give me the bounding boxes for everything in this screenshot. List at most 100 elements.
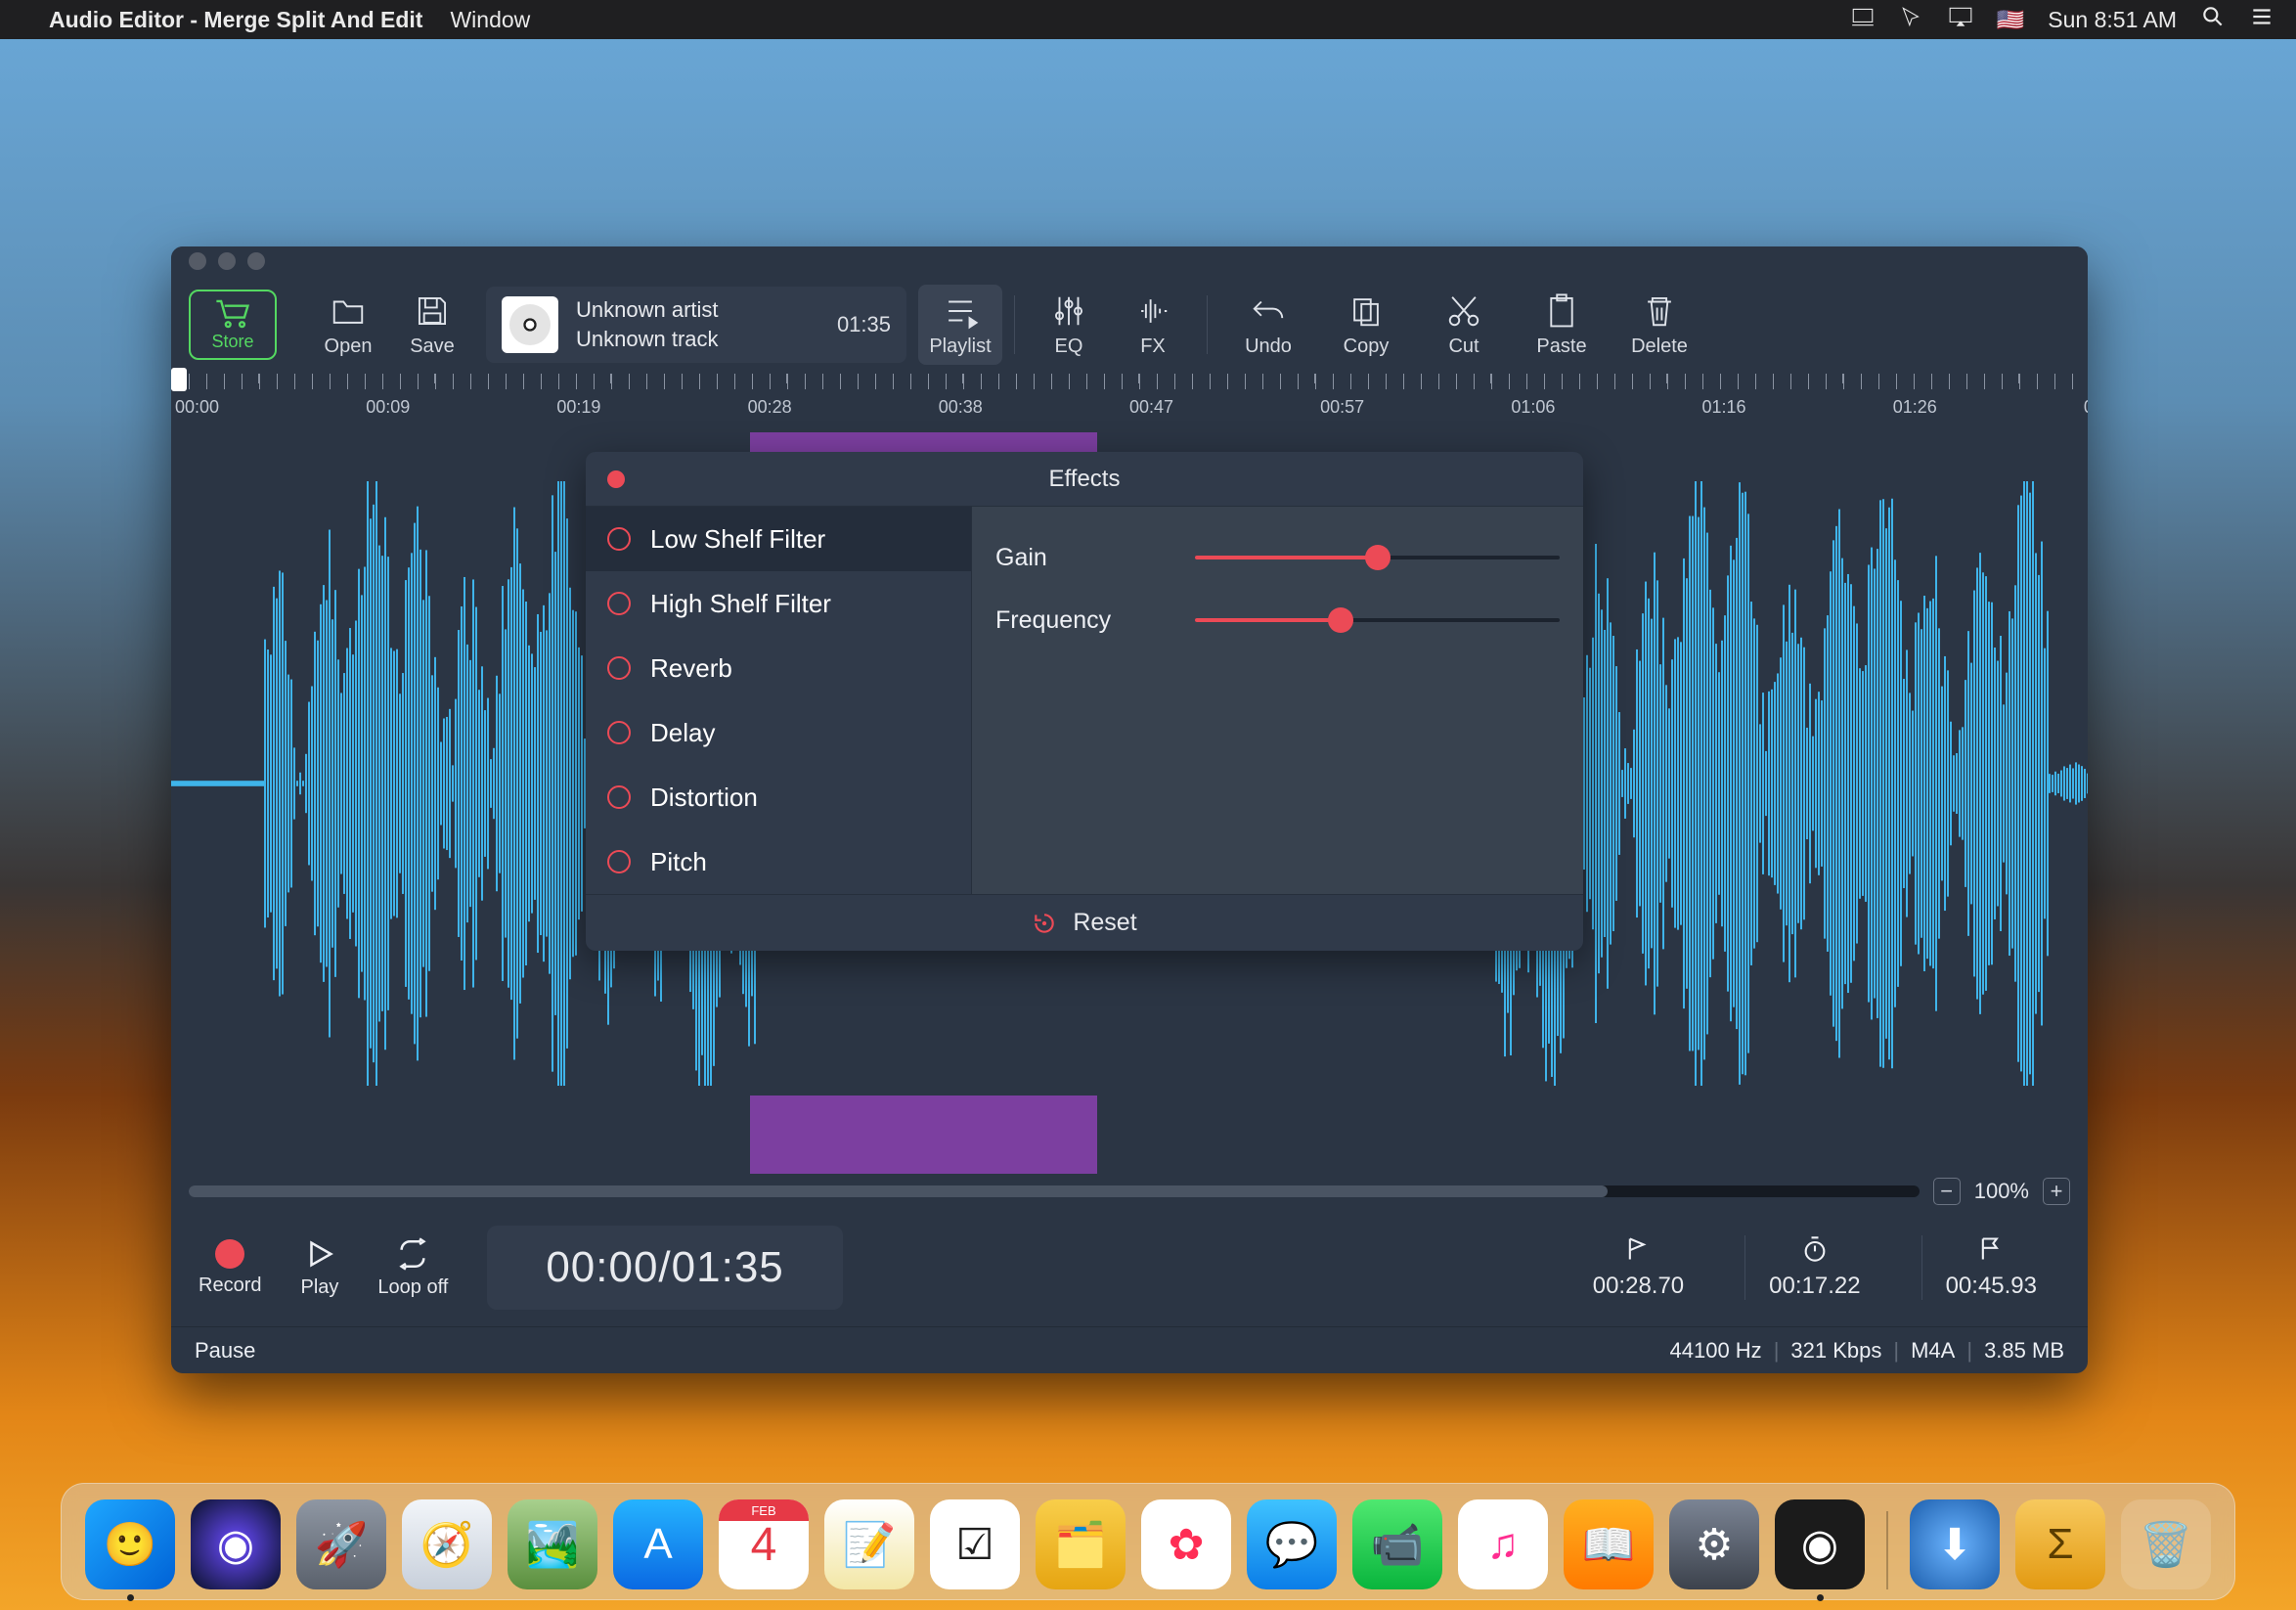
radio-icon	[607, 592, 631, 615]
eq-icon	[1050, 292, 1087, 330]
effects-panel: Effects Low Shelf Filter High Shelf Filte…	[586, 452, 1583, 951]
effect-label: Pitch	[650, 847, 707, 877]
dock-app-settings[interactable]: ⚙︎	[1669, 1499, 1759, 1589]
menubar-clock[interactable]: Sun 8:51 AM	[2048, 7, 2177, 33]
record-button[interactable]: Record	[199, 1239, 261, 1297]
effects-reset-button[interactable]: Reset	[586, 894, 1583, 951]
dock-app-siri[interactable]: ◉	[191, 1499, 281, 1589]
effects-close-button[interactable]	[607, 470, 625, 488]
dock-app-music[interactable]: ♫	[1458, 1499, 1548, 1589]
dock-app-folder[interactable]: Σ	[2015, 1499, 2105, 1589]
folder-icon	[330, 292, 367, 330]
eq-button[interactable]: EQ	[1027, 285, 1111, 365]
window-titlebar	[171, 246, 2088, 276]
undo-button[interactable]: Undo	[1219, 285, 1317, 365]
window-minimize-button[interactable]	[218, 252, 236, 270]
dock-app-finder[interactable]: 🙂	[85, 1499, 175, 1589]
menubar-menu-icon[interactable]	[2249, 4, 2274, 35]
cut-button[interactable]: Cut	[1415, 285, 1513, 365]
dock-app-facetime[interactable]: 📹	[1352, 1499, 1442, 1589]
dock-app-books[interactable]: 📖	[1564, 1499, 1654, 1589]
album-art	[502, 296, 558, 353]
dock-app-trash[interactable]: 🗑️	[2121, 1499, 2211, 1589]
dock-app-audio-editor[interactable]: ◉	[1775, 1499, 1865, 1589]
track-label: Unknown track	[576, 327, 819, 352]
radio-icon	[607, 850, 631, 873]
effects-title: Effects	[1049, 466, 1121, 493]
open-button[interactable]: Open	[306, 285, 390, 365]
menu-window[interactable]: Window	[450, 7, 530, 33]
playlist-button[interactable]: Playlist	[918, 285, 1002, 365]
effect-label: Distortion	[650, 783, 758, 813]
menubar-airplay-icon[interactable]	[1948, 4, 1973, 35]
separator	[1014, 295, 1015, 354]
effect-item[interactable]: Pitch	[586, 829, 971, 894]
paste-button[interactable]: Paste	[1513, 285, 1611, 365]
dock-app-viewer[interactable]: 🗂️	[1036, 1499, 1126, 1589]
track-duration: 01:35	[837, 312, 891, 337]
in-point[interactable]: 00:28.70	[1569, 1235, 1707, 1300]
selection-region-bottom[interactable]	[750, 1096, 1097, 1174]
format: M4A	[1911, 1338, 1955, 1364]
timeline-ruler[interactable]: 00:0000:0900:1900:2800:3800:4700:5701:06…	[171, 374, 2088, 432]
reset-icon	[1032, 911, 1057, 936]
scissors-icon	[1445, 292, 1482, 330]
waveform-area[interactable]: Effects Low Shelf Filter High Shelf Filte…	[171, 432, 2088, 1174]
effect-item[interactable]: Delay	[586, 700, 971, 765]
now-playing: Unknown artist Unknown track 01:35	[486, 287, 906, 363]
stopwatch-icon	[1801, 1235, 1829, 1263]
window-close-button[interactable]	[189, 252, 206, 270]
slider-row: Gain	[995, 526, 1560, 589]
radio-icon	[607, 785, 631, 809]
file-size: 3.85 MB	[1984, 1338, 2064, 1364]
toolbar: Store Open Save Unknown artist Unknown t…	[171, 276, 2088, 374]
playback-state: Pause	[195, 1338, 255, 1364]
horizontal-scrollbar[interactable]	[189, 1185, 1920, 1197]
dock-app-downloads[interactable]: ⬇︎	[1910, 1499, 2000, 1589]
play-button[interactable]: Play	[300, 1237, 338, 1299]
slider[interactable]	[1195, 543, 1560, 572]
dock-app-app-store[interactable]: A	[613, 1499, 703, 1589]
dock-app-reminders[interactable]: ☑︎	[930, 1499, 1020, 1589]
menubar-search-icon[interactable]	[2200, 4, 2226, 35]
slider[interactable]	[1195, 605, 1560, 635]
menubar-app-name[interactable]: Audio Editor - Merge Split And Edit	[49, 7, 422, 33]
selection-duration[interactable]: 00:17.22	[1744, 1235, 1883, 1300]
play-icon	[303, 1237, 336, 1271]
loop-button[interactable]: Loop off	[377, 1237, 448, 1299]
effect-item[interactable]: Reverb	[586, 636, 971, 700]
playlist-icon	[942, 292, 979, 330]
undo-icon	[1250, 292, 1287, 330]
dock: 🙂◉🚀🧭🏞️AFEB4📝☑︎🗂️✿💬📹♫📖⚙︎◉⬇︎Σ🗑️	[61, 1483, 2235, 1600]
radio-icon	[607, 527, 631, 551]
save-button[interactable]: Save	[390, 285, 474, 365]
copy-icon	[1347, 292, 1385, 330]
dock-app-notes[interactable]: 📝	[824, 1499, 914, 1589]
artist-label: Unknown artist	[576, 297, 819, 323]
effect-label: High Shelf Filter	[650, 589, 831, 619]
copy-button[interactable]: Copy	[1317, 285, 1415, 365]
dock-app-preview[interactable]: 🏞️	[508, 1499, 597, 1589]
zoom-in-button[interactable]: +	[2043, 1178, 2070, 1205]
dock-app-safari[interactable]: 🧭	[402, 1499, 492, 1589]
effect-item[interactable]: Low Shelf Filter	[586, 507, 971, 571]
window-zoom-button[interactable]	[247, 252, 265, 270]
dock-app-calendar[interactable]: FEB4	[719, 1499, 809, 1589]
playhead-marker[interactable]	[171, 368, 187, 391]
store-button[interactable]: Store	[189, 290, 277, 360]
dock-app-launchpad[interactable]: 🚀	[296, 1499, 386, 1589]
effect-item[interactable]: Distortion	[586, 765, 971, 829]
dock-app-photos[interactable]: ✿	[1141, 1499, 1231, 1589]
dock-app-messages[interactable]: 💬	[1247, 1499, 1337, 1589]
transport-bar: Record Play Loop off 00:00/01:35 00:28.7…	[171, 1209, 2088, 1326]
radio-icon	[607, 656, 631, 680]
delete-button[interactable]: Delete	[1611, 285, 1708, 365]
zoom-out-button[interactable]: −	[1933, 1178, 1961, 1205]
effect-item[interactable]: High Shelf Filter	[586, 571, 971, 636]
out-point[interactable]: 00:45.93	[1921, 1235, 2060, 1300]
slider-label: Gain	[995, 544, 1171, 572]
menubar-display-icon[interactable]	[1850, 4, 1876, 35]
menubar-cursor-icon[interactable]	[1899, 4, 1924, 35]
fx-button[interactable]: FX	[1111, 285, 1195, 365]
menubar-input-flag-icon[interactable]: 🇺🇸	[1997, 7, 2025, 33]
